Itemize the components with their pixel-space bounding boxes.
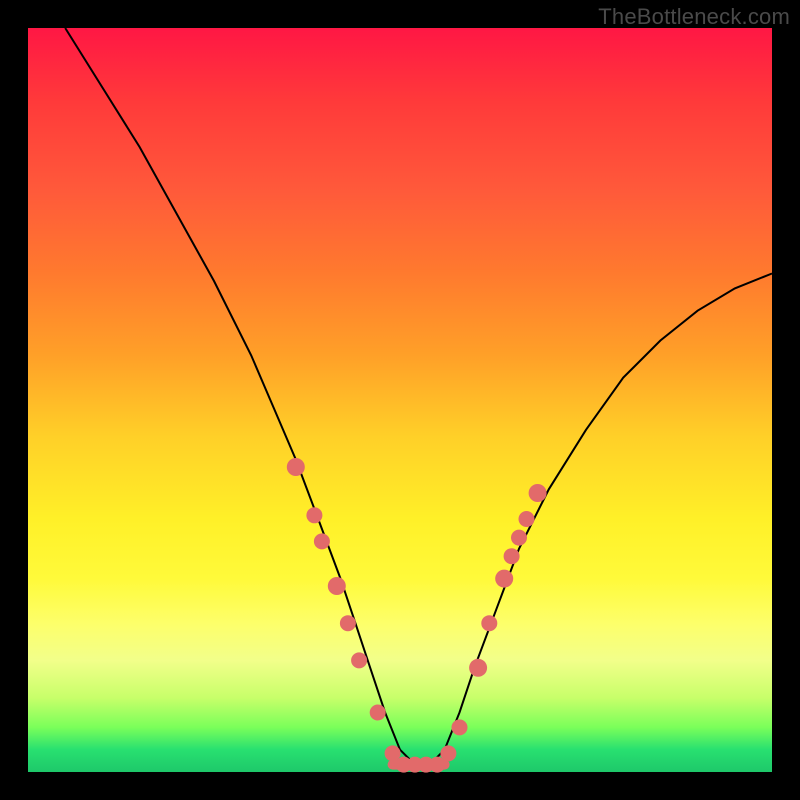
highlight-dot [351,652,367,668]
highlight-dot [306,507,322,523]
highlight-dot [452,719,468,735]
highlight-dot [495,570,513,588]
highlight-dot [519,511,535,527]
highlight-dot [340,615,356,631]
bottleneck-curve-path [65,28,772,765]
highlight-dot [511,530,527,546]
chart-frame: TheBottleneck.com [0,0,800,800]
highlight-dot [440,745,456,761]
curve-svg [28,28,772,772]
watermark-text: TheBottleneck.com [598,4,790,30]
highlight-dot [481,615,497,631]
highlight-dot [328,577,346,595]
highlight-dot [529,484,547,502]
highlight-dot [287,458,305,476]
highlight-dot [370,705,386,721]
highlight-dots-group [287,458,547,773]
highlight-dot [314,533,330,549]
highlight-dot [469,659,487,677]
plot-area [28,28,772,772]
highlight-dot [504,548,520,564]
